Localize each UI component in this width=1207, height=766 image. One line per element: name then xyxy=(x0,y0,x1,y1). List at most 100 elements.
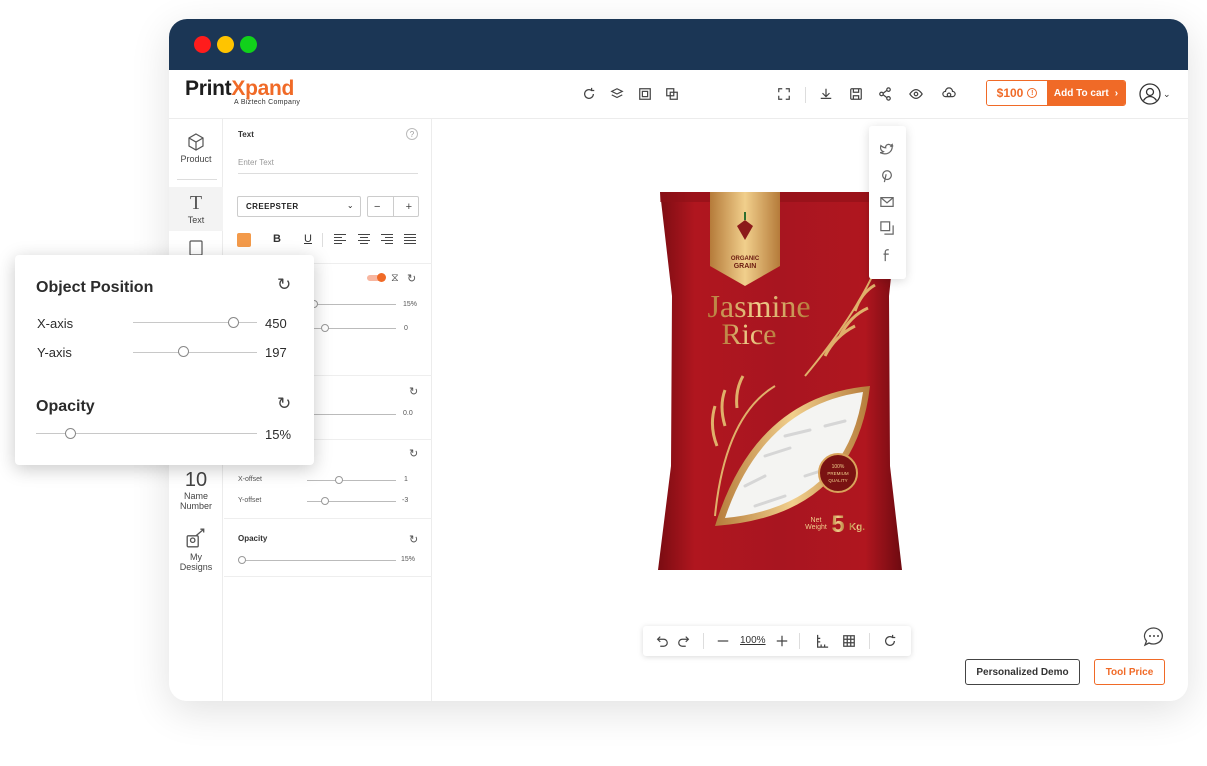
y-offset-slider-knob[interactable] xyxy=(321,497,329,505)
number-icon: 10 xyxy=(184,469,208,491)
increase-button[interactable]: + xyxy=(406,201,412,213)
align-left-icon[interactable] xyxy=(334,234,346,245)
download-icon[interactable] xyxy=(817,85,835,103)
chevron-down-icon: ⌄ xyxy=(1163,88,1171,99)
twitter-icon[interactable] xyxy=(878,141,896,159)
layers-icon[interactable] xyxy=(608,85,626,103)
preview-eye-icon[interactable] xyxy=(907,85,925,103)
opacity-value: 15% xyxy=(401,556,416,563)
share-popover xyxy=(869,126,906,279)
align-justify-icon[interactable] xyxy=(404,234,416,245)
sidebar-divider xyxy=(177,179,217,180)
sidebar-item-text[interactable]: T Text xyxy=(169,187,223,231)
x-offset-slider-knob[interactable] xyxy=(335,476,343,484)
zoom-out-icon[interactable] xyxy=(714,632,732,650)
bring-front-icon[interactable] xyxy=(636,85,654,103)
net-weight-label2: Weight xyxy=(805,524,827,531)
logo-tagline: A Biztech Company xyxy=(234,99,301,106)
email-icon[interactable] xyxy=(878,193,896,211)
sidebar-item-product[interactable]: Product xyxy=(169,133,223,164)
refresh-icon[interactable]: ↻ xyxy=(277,394,291,414)
decrease-button[interactable]: − xyxy=(374,201,380,213)
align-right-icon[interactable] xyxy=(381,234,393,245)
fullscreen-icon[interactable] xyxy=(775,85,793,103)
user-menu[interactable]: ⌄ xyxy=(1139,83,1171,105)
redo-icon[interactable] xyxy=(675,632,693,650)
facebook-icon[interactable] xyxy=(878,246,896,264)
font-size-stepper[interactable]: − + xyxy=(367,196,419,217)
seal-mid: PREMIUM xyxy=(827,471,849,476)
add-to-cart-button[interactable]: Add To cart › xyxy=(1047,81,1125,105)
opacity-slider-track[interactable] xyxy=(242,560,396,561)
ruler-icon[interactable] xyxy=(813,632,831,650)
text-color-swatch[interactable] xyxy=(237,233,251,247)
rotation-slider-knob[interactable] xyxy=(321,324,329,332)
refresh-icon[interactable]: ↻ xyxy=(277,275,291,295)
reset-view-icon[interactable] xyxy=(881,632,899,650)
sidebar-item-label: Name Number xyxy=(179,491,212,511)
sidebar-item-name-number[interactable]: 10 Name Number xyxy=(169,469,223,511)
price-value: $100 xyxy=(996,86,1024,100)
x-axis-slider-knob[interactable] xyxy=(228,317,239,328)
zoom-level[interactable]: 100% xyxy=(740,635,766,646)
zoom-in-icon[interactable] xyxy=(773,632,791,650)
product-preview[interactable]: ORGANIC GRAIN Jasmine Rice 100% PREMIUM … xyxy=(655,186,905,574)
tool-price-button[interactable]: Tool Price xyxy=(1094,659,1165,685)
help-icon[interactable]: ? xyxy=(406,128,418,140)
save-icon[interactable] xyxy=(847,85,865,103)
close-window-button[interactable] xyxy=(194,36,211,53)
x-offset-slider-track[interactable] xyxy=(307,480,396,481)
font-select-value: CREEPSTER xyxy=(246,202,299,211)
flip-icon[interactable]: ⧖ xyxy=(391,272,399,285)
refresh-icon[interactable]: ↻ xyxy=(409,385,418,398)
font-select[interactable]: CREEPSTER ⌄ xyxy=(237,196,361,217)
info-icon[interactable]: ! xyxy=(1027,88,1038,98)
price-display[interactable]: $100! xyxy=(987,81,1047,105)
reset-icon[interactable] xyxy=(580,85,598,103)
format-separator xyxy=(322,233,323,247)
share-icon[interactable] xyxy=(876,85,894,103)
refresh-icon[interactable]: ↻ xyxy=(409,447,418,460)
curve-value: 15% xyxy=(403,301,418,308)
opacity-slider-knob[interactable] xyxy=(238,556,246,564)
send-back-icon[interactable] xyxy=(663,85,681,103)
maximize-window-button[interactable] xyxy=(240,36,257,53)
sidebar-item-label: Text xyxy=(187,215,205,225)
net-weight-label1: Net xyxy=(811,517,822,524)
x-axis-label: X-axis xyxy=(37,316,74,331)
grid-icon[interactable] xyxy=(840,632,858,650)
undo-icon[interactable] xyxy=(653,632,671,650)
opacity-slider-knob[interactable] xyxy=(65,428,76,439)
chevron-right-icon: › xyxy=(1114,87,1119,99)
curve-slider-track[interactable] xyxy=(314,304,396,305)
bag-badge-top: ORGANIC xyxy=(731,256,760,262)
seal-bottom: QUALITY xyxy=(828,478,847,483)
personalized-demo-button[interactable]: Personalized Demo xyxy=(965,659,1080,685)
pinterest-icon[interactable] xyxy=(878,167,896,185)
sidebar-item-label: Product xyxy=(180,154,212,164)
copy-link-icon[interactable] xyxy=(878,219,896,237)
refresh-icon[interactable]: ↻ xyxy=(409,533,418,546)
spacing-value: 0.0 xyxy=(403,410,413,417)
minimize-window-button[interactable] xyxy=(217,36,234,53)
spacing-slider-track[interactable] xyxy=(314,414,396,415)
net-weight-unit: Kg. xyxy=(849,522,865,533)
net-weight-value: 5 xyxy=(831,511,844,538)
align-center-icon[interactable] xyxy=(358,234,370,245)
text-input[interactable]: Enter Text xyxy=(238,154,418,174)
chat-support-icon[interactable] xyxy=(1143,626,1165,653)
y-axis-value: 197 xyxy=(265,345,287,360)
bold-button[interactable]: B xyxy=(273,233,281,245)
brand-logo[interactable]: PrintXpand A Biztech Company xyxy=(185,77,300,106)
y-axis-slider-track[interactable] xyxy=(133,352,257,353)
window-titlebar xyxy=(169,19,1188,70)
refresh-icon[interactable]: ↻ xyxy=(407,272,416,285)
zoom-toolbar: 100% xyxy=(643,626,911,656)
toolbar-header: PrintXpand A Biztech Company $100! Add T… xyxy=(169,70,1188,119)
y-axis-label: Y-axis xyxy=(37,345,72,360)
underline-button[interactable]: U xyxy=(304,233,312,245)
3d-view-icon[interactable] xyxy=(940,85,958,103)
y-axis-slider-knob[interactable] xyxy=(178,346,189,357)
logo-text-x: X xyxy=(231,77,246,100)
sidebar-item-my-designs[interactable]: My Designs xyxy=(169,527,223,572)
